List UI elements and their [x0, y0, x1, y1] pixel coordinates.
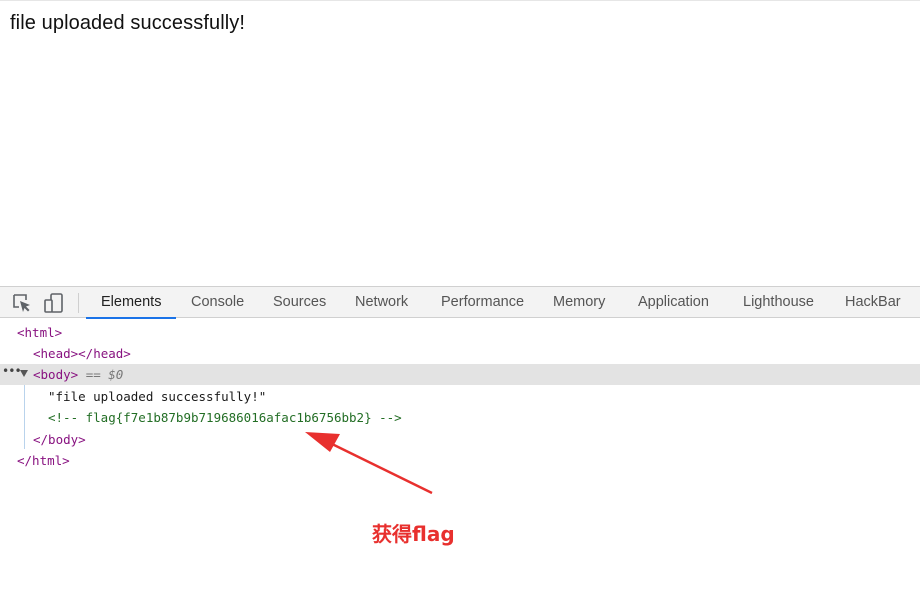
tab-console[interactable]: Console [191, 287, 244, 318]
tab-hackbar[interactable]: HackBar [845, 287, 901, 318]
dom-body-tag: <body> [33, 367, 79, 382]
dom-text-node[interactable]: "file uploaded successfully!" [48, 386, 266, 407]
dom-node-head[interactable]: <head></head> [33, 343, 131, 364]
tab-elements[interactable]: Elements [85, 287, 178, 319]
inspect-element-icon[interactable] [11, 292, 33, 314]
indent-guide [24, 385, 25, 449]
dom-node-body-selected[interactable]: <body> == $0 [33, 364, 123, 385]
dom-body-ref: == $0 [85, 367, 124, 382]
device-toolbar-icon[interactable] [43, 292, 65, 314]
annotation-label: 获得flag [372, 522, 455, 546]
collapse-triangle-icon[interactable] [20, 370, 28, 377]
dom-comment-node[interactable]: <!-- flag{f7e1b87b9b719686016afac1b6756b… [48, 407, 402, 428]
top-border [0, 0, 920, 1]
devtools-tab-bar: Elements Console Sources Network Perform… [0, 286, 920, 319]
dom-node-html-open[interactable]: <html> [17, 322, 62, 343]
tab-application[interactable]: Application [638, 287, 709, 318]
toolbar-separator [78, 293, 79, 313]
more-options-icon[interactable]: ••• [2, 364, 22, 378]
tab-network[interactable]: Network [355, 287, 408, 318]
tab-lighthouse[interactable]: Lighthouse [743, 287, 814, 318]
dom-node-html-close[interactable]: </html> [17, 450, 70, 471]
tab-sources[interactable]: Sources [273, 287, 326, 318]
selected-node-highlight: ••• [0, 364, 920, 385]
dom-node-body-close[interactable]: </body> [33, 429, 86, 450]
tab-performance[interactable]: Performance [441, 287, 524, 318]
page-content-text: file uploaded successfully! [10, 12, 246, 34]
elements-dom-tree: ••• <html> <head></head> <body> == $0 "f… [0, 318, 920, 478]
tab-memory[interactable]: Memory [553, 287, 605, 318]
